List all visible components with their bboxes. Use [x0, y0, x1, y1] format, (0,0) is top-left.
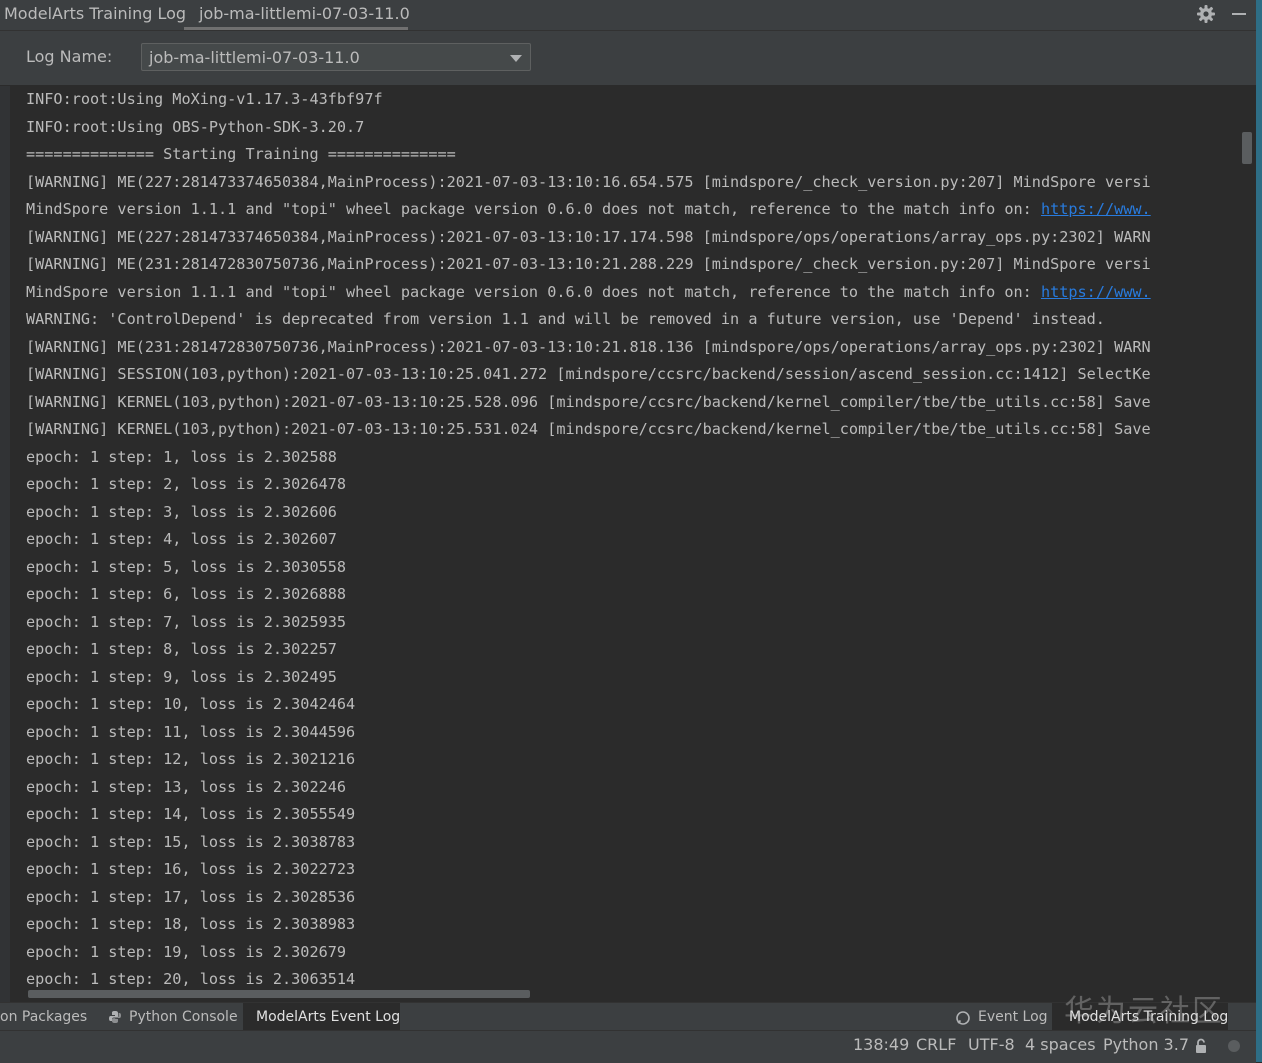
log-line: epoch: 1 step: 3, loss is 2.302606 — [26, 502, 337, 521]
log-line: [WARNING] KERNEL(103,python):2021-07-03-… — [26, 420, 1151, 438]
log-lines: INFO:root:Using MoXing-v1.17.3-43fbf97f … — [26, 86, 1151, 994]
python-interpreter[interactable]: Python 3.7 — [1103, 1035, 1189, 1054]
log-line: WARNING: 'ControlDepend' is deprecated f… — [26, 310, 1105, 328]
log-line: epoch: 1 step: 17, loss is 2.3028536 — [26, 887, 356, 906]
log-line: epoch: 1 step: 12, loss is 2.3021216 — [26, 750, 356, 768]
line-separator[interactable]: CRLF — [916, 1035, 956, 1054]
tab-job-log[interactable]: job-ma-littlemi-07-03-11.0 — [184, 0, 410, 30]
lock-icon[interactable] — [1193, 1038, 1209, 1054]
log-line-text: MindSpore version 1.1.1 and "topi" wheel… — [26, 282, 1041, 301]
log-line: [WARNING] ME(227:281473374650384,MainPro… — [26, 172, 1151, 191]
log-line: INFO:root:Using OBS-Python-SDK-3.20.7 — [26, 117, 365, 136]
tool-window-modelarts-event-log[interactable]: ModelArts Event Log — [243, 1003, 400, 1031]
log-line: [WARNING] KERNEL(103,python):2021-07-03-… — [26, 392, 1151, 411]
tool-window-event-log[interactable]: Event Log — [952, 1003, 1048, 1031]
log-line-with-link: MindSpore version 1.1.1 and "topi" wheel… — [26, 196, 1151, 224]
horizontal-scrollbar-thumb[interactable] — [28, 990, 530, 998]
tool-window-title: ModelArts Training Log — [4, 4, 187, 23]
log-name-value: job-ma-littlemi-07-03-11.0 — [149, 48, 360, 67]
tab-label: job-ma-littlemi-07-03-11.0 — [199, 4, 410, 23]
console-output[interactable]: INFO:root:Using MoXing-v1.17.3-43fbf97f … — [10, 86, 1254, 1002]
log-line: [WARNING] ME(227:281473374650384,MainPro… — [26, 227, 1151, 246]
log-line-text: MindSpore version 1.1.1 and "topi" wheel… — [26, 200, 1041, 218]
tool-window-label: ModelArts Event Log — [256, 1009, 401, 1025]
log-line: epoch: 1 step: 4, loss is 2.302607 — [26, 530, 337, 548]
tool-window-python-console[interactable]: Python Console — [104, 1003, 238, 1031]
log-name-bar: Log Name: job-ma-littlemi-07-03-11.0 — [0, 31, 1256, 85]
log-line: epoch: 1 step: 10, loss is 2.3042464 — [26, 695, 356, 713]
log-line: epoch: 1 step: 2, loss is 2.3026478 — [26, 475, 347, 493]
log-line-with-link: MindSpore version 1.1.1 and "topi" wheel… — [26, 279, 1151, 307]
log-line: epoch: 1 step: 13, loss is 2.302246 — [26, 777, 347, 796]
log-line: epoch: 1 step: 1, loss is 2.302588 — [26, 447, 337, 466]
log-line: [WARNING] SESSION(103,python):2021-07-03… — [26, 365, 1151, 383]
vertical-scrollbar-thumb[interactable] — [1242, 132, 1252, 164]
memory-indicator-icon[interactable] — [1228, 1040, 1240, 1052]
log-line: epoch: 1 step: 19, loss is 2.302679 — [26, 942, 347, 961]
minus-icon[interactable] — [1232, 13, 1246, 15]
log-line: epoch: 1 step: 15, loss is 2.3038783 — [26, 832, 356, 851]
log-line: epoch: 1 step: 11, loss is 2.3044596 — [26, 722, 356, 741]
tab-active-indicator — [184, 27, 408, 30]
log-line: INFO:root:Using MoXing-v1.17.3-43fbf97f — [26, 90, 383, 108]
tool-window-packages[interactable]: on Packages — [0, 1003, 94, 1031]
log-line: epoch: 1 step: 9, loss is 2.302495 — [26, 667, 337, 686]
indent-setting[interactable]: 4 spaces — [1025, 1035, 1096, 1054]
log-line: [WARNING] ME(231:281472830750736,MainPro… — [26, 255, 1151, 273]
tool-window-label: Python Console — [129, 1009, 238, 1025]
chevron-down-icon[interactable] — [510, 55, 522, 62]
file-encoding[interactable]: UTF-8 — [968, 1035, 1015, 1054]
caret-position[interactable]: 138:49 — [853, 1035, 909, 1054]
tool-window-header: ModelArts Training Log job-ma-littlemi-0… — [0, 0, 1256, 31]
log-name-label: Log Name: — [26, 47, 113, 66]
log-line: ============== Starting Training =======… — [26, 145, 456, 163]
status-bar: 138:49 CRLF UTF-8 4 spaces Python 3.7 — [0, 1030, 1256, 1063]
tool-window-label: Event Log — [978, 1009, 1048, 1025]
log-line: epoch: 1 step: 14, loss is 2.3055549 — [26, 805, 356, 823]
log-line: epoch: 1 step: 16, loss is 2.3022723 — [26, 860, 356, 878]
log-line: epoch: 1 step: 7, loss is 2.3025935 — [26, 612, 347, 631]
gear-icon[interactable] — [1196, 4, 1216, 24]
log-line: epoch: 1 step: 5, loss is 2.3030558 — [26, 557, 347, 576]
log-line: epoch: 1 step: 18, loss is 2.3038983 — [26, 915, 356, 933]
log-line: epoch: 1 step: 8, loss is 2.302257 — [26, 640, 337, 658]
log-line: epoch: 1 step: 6, loss is 2.3026888 — [26, 585, 347, 603]
match-info-link[interactable]: https://www. — [1041, 200, 1151, 218]
tool-window-label: on Packages — [0, 1009, 88, 1025]
watermark: 华为云社区 — [1064, 994, 1224, 1029]
log-line: [WARNING] ME(231:281472830750736,MainPro… — [26, 337, 1151, 356]
window-edge — [1256, 0, 1262, 1062]
console-gutter — [0, 86, 10, 1002]
log-name-select[interactable]: job-ma-littlemi-07-03-11.0 — [141, 43, 531, 71]
match-info-link[interactable]: https://www. — [1041, 283, 1151, 301]
